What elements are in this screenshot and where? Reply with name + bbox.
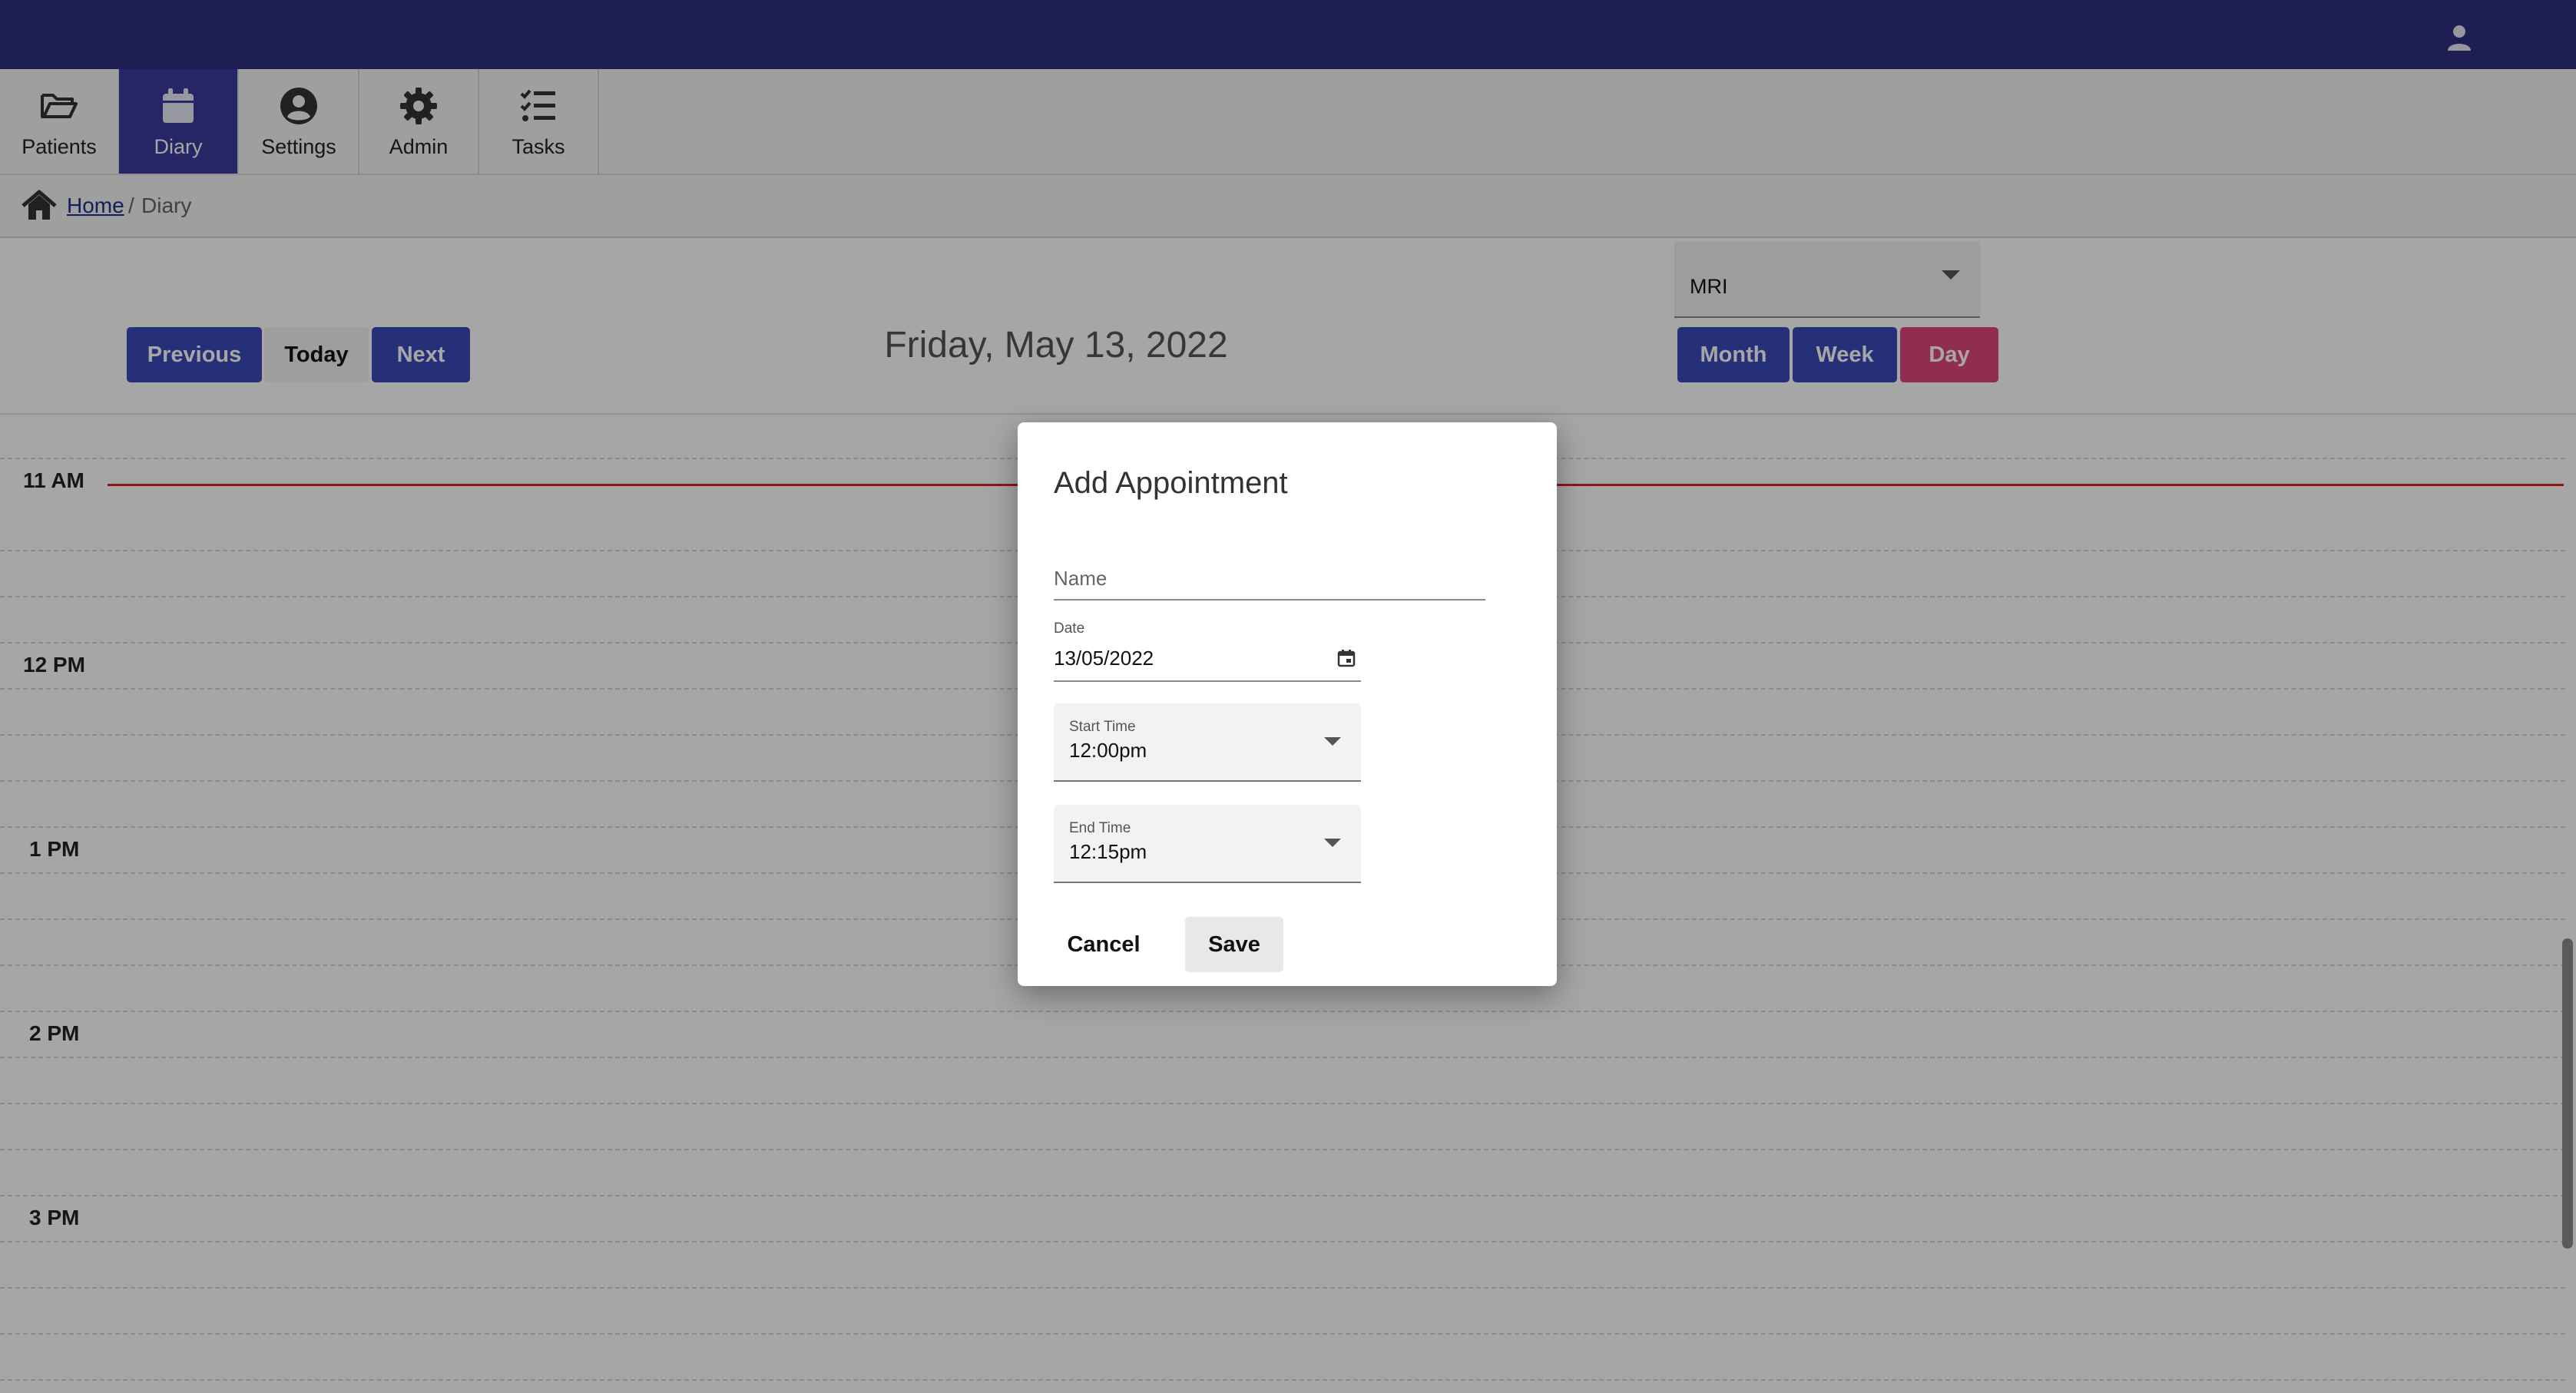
save-button[interactable]: Save	[1185, 917, 1283, 972]
end-time-label: End Time	[1069, 820, 1131, 836]
date-field[interactable]: Date 13/05/2022	[1054, 619, 1361, 683]
start-time-select[interactable]: Start Time 12:00pm	[1054, 703, 1361, 782]
date-underline	[1054, 680, 1361, 682]
end-time-value: 12:15pm	[1069, 840, 1147, 863]
date-label: Date	[1054, 620, 1085, 637]
start-time-value: 12:00pm	[1069, 739, 1147, 762]
dialog-title: Add Appointment	[1054, 466, 1288, 500]
add-appointment-dialog: Add Appointment Name Date 13/05/2022 Sta…	[1018, 422, 1557, 986]
name-field[interactable]: Name	[1054, 559, 1485, 601]
name-placeholder: Name	[1054, 567, 1108, 590]
date-value: 13/05/2022	[1054, 647, 1154, 670]
end-time-select[interactable]: End Time 12:15pm	[1054, 805, 1361, 883]
start-time-label: Start Time	[1069, 719, 1136, 735]
chevron-down-icon	[1324, 839, 1341, 847]
calendar-picker-icon[interactable]	[1336, 648, 1356, 668]
cancel-button[interactable]: Cancel	[1054, 917, 1154, 972]
chevron-down-icon	[1324, 737, 1341, 746]
app: Patients Diary Settings Admin Tasks Home…	[0, 0, 2576, 1393]
name-underline	[1054, 599, 1485, 601]
